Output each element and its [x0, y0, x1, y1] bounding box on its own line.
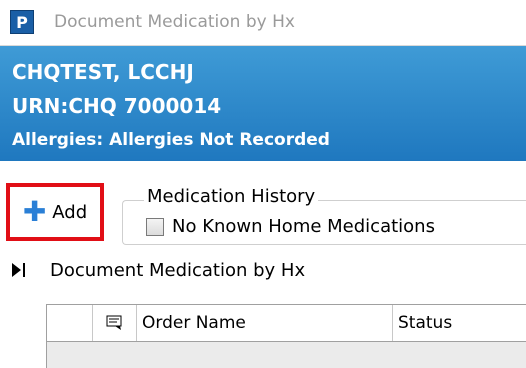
no-known-home-medications-checkbox[interactable]: [146, 218, 164, 236]
column-header-order-name[interactable]: Order Name: [137, 305, 393, 341]
expand-collapse-icon[interactable]: [12, 262, 26, 278]
add-button[interactable]: ✚ Add: [6, 183, 104, 241]
add-button-label: Add: [52, 201, 88, 223]
medication-history-title: Medication History: [144, 186, 319, 207]
patient-allergies: Allergies: Allergies Not Recorded: [12, 130, 330, 150]
window-title: Document Medication by Hx: [54, 12, 295, 32]
column-header-select[interactable]: [47, 305, 93, 341]
window-titlebar: P Document Medication by Hx: [0, 0, 526, 46]
patient-banner: CHQTEST, LCCHJ URN:CHQ 7000014 Allergies…: [0, 46, 526, 161]
comment-icon: [106, 315, 121, 330]
no-known-home-medications-label[interactable]: No Known Home Medications: [172, 216, 435, 237]
patient-urn: URN:CHQ 7000014: [12, 94, 222, 118]
app-icon: P: [10, 10, 34, 34]
section-title: Document Medication by Hx: [50, 260, 306, 281]
column-header-status[interactable]: Status: [393, 305, 526, 341]
column-header-comment[interactable]: [93, 305, 137, 341]
orders-grid: Order Name Status: [46, 304, 526, 368]
patient-name: CHQTEST, LCCHJ: [12, 60, 194, 84]
plus-icon: ✚: [22, 195, 47, 228]
grid-header: Order Name Status: [47, 305, 526, 342]
